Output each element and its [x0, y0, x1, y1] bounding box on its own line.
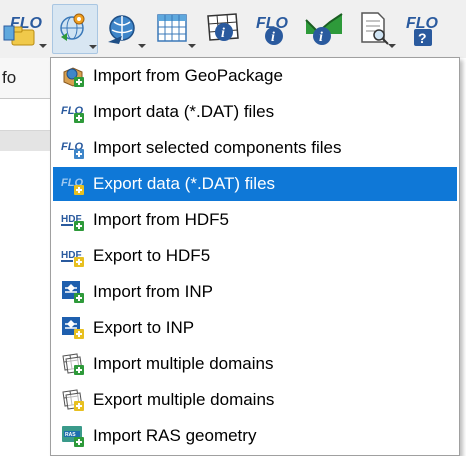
- flo-import-components-icon: FLO: [61, 141, 84, 159]
- svg-text:RAS: RAS: [65, 432, 76, 438]
- svg-text:i: i: [221, 26, 225, 41]
- flo-open-button[interactable]: FLO: [2, 4, 48, 54]
- menu-item-export-inp[interactable]: Export to INP: [53, 311, 457, 345]
- multi-domain-import-icon: [62, 353, 84, 375]
- app-window: FLO i FLO i i FLO ? fo Import from GeoPa…: [0, 0, 466, 456]
- menu-item-label: Import from HDF5: [93, 210, 230, 229]
- menu-item-label: Export to HDF5: [93, 246, 211, 265]
- menu-item-label: Export to INP: [93, 318, 195, 337]
- menu-item-label: Import from INP: [93, 282, 213, 301]
- flo-info-button[interactable]: FLO i: [252, 4, 298, 54]
- flo-info-icon: FLO i: [256, 15, 289, 45]
- inp-export-icon: [62, 317, 84, 339]
- menu-item-import-ras-geometry[interactable]: RAS Import RAS geometry: [53, 419, 457, 453]
- panel-header: fo: [0, 58, 56, 99]
- panel-strip: [0, 131, 56, 151]
- report-search-button[interactable]: [352, 4, 398, 54]
- panel-header-label: fo: [2, 68, 17, 87]
- flo-import-icon: FLO: [61, 105, 84, 123]
- flo-export-icon: FLO: [61, 177, 84, 195]
- hdf5-export-icon: HDF: [61, 250, 84, 267]
- profile-info-button[interactable]: i: [302, 4, 348, 54]
- menu-item-label: Import data (*.DAT) files: [93, 102, 275, 121]
- flo-help-icon: FLO ?: [406, 15, 439, 46]
- mesh-info-icon: i: [207, 13, 239, 41]
- menu-item-import-inp[interactable]: Import from INP: [53, 275, 457, 309]
- panel-row[interactable]: [0, 99, 56, 131]
- geopackage-import-icon: [63, 67, 84, 87]
- menu-item-export-multiple-domains[interactable]: Export multiple domains: [53, 383, 457, 417]
- mesh-info-button[interactable]: i: [202, 4, 248, 54]
- menu-item-import-components[interactable]: FLO Import selected components files: [53, 131, 457, 165]
- menu-item-label: Import from GeoPackage: [93, 66, 283, 85]
- menu-item-export-dat[interactable]: FLO Export data (*.DAT) files: [53, 167, 457, 201]
- multi-domain-export-icon: [62, 389, 84, 411]
- svg-text:i: i: [319, 30, 323, 45]
- svg-text:i: i: [271, 30, 275, 45]
- import-export-button[interactable]: [52, 4, 98, 54]
- flo-help-button[interactable]: FLO ?: [402, 4, 448, 54]
- menu-item-import-multiple-domains[interactable]: Import multiple domains: [53, 347, 457, 381]
- import-export-menu: Import from GeoPackage FLO Import data (…: [50, 57, 460, 456]
- ras-import-icon: RAS: [62, 426, 84, 447]
- inp-import-icon: [62, 281, 84, 303]
- menu-item-import-dat[interactable]: FLO Import data (*.DAT) files: [53, 95, 457, 129]
- menu-item-label: Import selected components files: [93, 138, 342, 157]
- menu-item-label: Import multiple domains: [93, 354, 274, 373]
- menu-item-label: Import RAS geometry: [93, 426, 257, 445]
- toolbar: FLO i FLO i i FLO ?: [0, 0, 466, 58]
- hdf5-import-icon: HDF: [61, 214, 84, 231]
- grid-table-button[interactable]: [152, 4, 198, 54]
- globe-tool-button[interactable]: [102, 4, 148, 54]
- menu-item-import-geopackage[interactable]: Import from GeoPackage: [53, 59, 457, 93]
- menu-item-label: Export multiple domains: [93, 390, 275, 409]
- profile-info-icon: i: [305, 13, 343, 45]
- svg-text:?: ?: [418, 30, 427, 46]
- menu-item-import-hdf5[interactable]: HDF Import from HDF5: [53, 203, 457, 237]
- menu-item-label: Export data (*.DAT) files: [93, 174, 276, 193]
- menu-item-export-hdf5[interactable]: HDF Export to HDF5: [53, 239, 457, 273]
